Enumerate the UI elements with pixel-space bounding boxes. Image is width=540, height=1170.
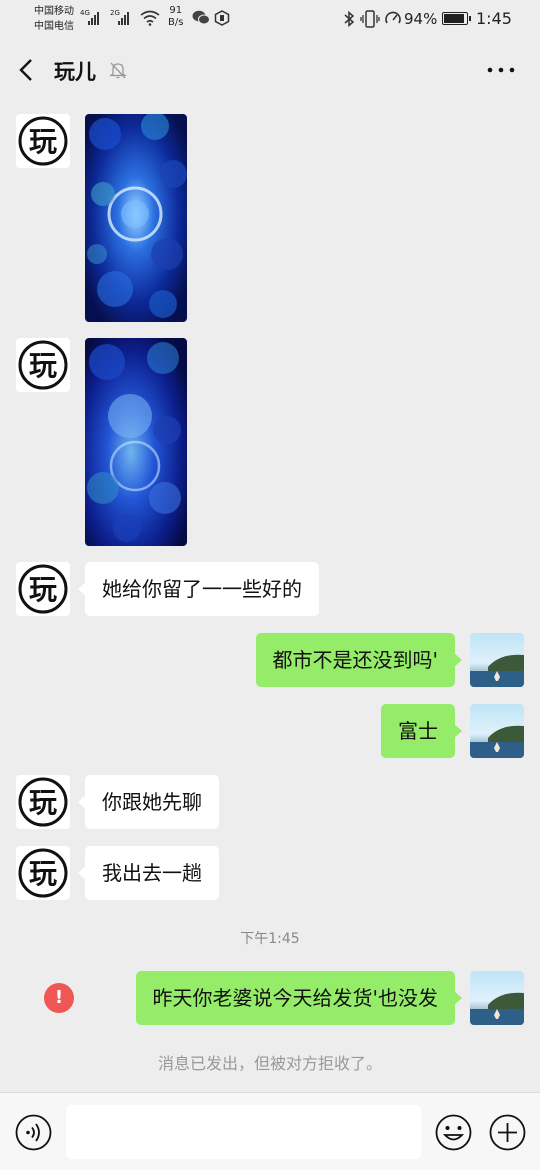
voice-icon[interactable] <box>15 1114 52 1151</box>
plus-icon[interactable] <box>489 1114 526 1151</box>
svg-text:玩: 玩 <box>29 573 57 606</box>
chat-header: 玩儿 <box>0 38 540 102</box>
incoming-message-bubble[interactable]: 她给你留了一一些好的 <box>78 562 319 616</box>
svg-text:玩: 玩 <box>29 349 57 382</box>
contact-avatar[interactable]: 玩 <box>16 338 70 392</box>
chat-title: 玩儿 <box>54 60 96 84</box>
chevron-left-icon[interactable] <box>14 56 42 84</box>
battery-icon <box>442 12 471 25</box>
incoming-message-bubble[interactable]: 你跟她先聊 <box>78 775 219 829</box>
net-speed: 91 B/s <box>168 5 183 29</box>
more-dots-icon[interactable] <box>486 62 516 78</box>
contact-avatar[interactable]: 玩 <box>16 846 70 900</box>
wifi-icon <box>140 10 160 26</box>
carrier-2: 中国电信 <box>34 21 74 32</box>
my-avatar[interactable] <box>470 971 524 1025</box>
message-timestamp: 下午1:45 <box>240 931 300 947</box>
incoming-message-bubble[interactable]: 我出去一趟 <box>78 846 219 900</box>
vibrate-icon <box>360 10 380 28</box>
net-speed-unit: B/s <box>168 17 184 28</box>
signal-sim1-icon: 4G <box>80 9 106 25</box>
app-notification-icon <box>214 10 230 26</box>
outgoing-message-bubble[interactable]: 昨天你老婆说今天给发货'也没发 <box>135 971 462 1025</box>
net-speed-value: 91 <box>169 5 183 16</box>
svg-text:玩: 玩 <box>29 857 57 890</box>
send-failed-icon[interactable]: ! <box>44 983 74 1013</box>
battery-percent: 94% <box>404 10 438 28</box>
wechat-notification-icon <box>192 10 210 25</box>
status-bar: 中国移动 中国电信 4G 2G 91 B/s 94% 1:45 <box>0 0 540 38</box>
message-input[interactable] <box>66 1105 421 1159</box>
message-list[interactable]: 玩 玩 玩 她给你留了一一些好的 都市不是还没到吗' 富士 玩 你跟她先聊 玩 … <box>0 102 540 1092</box>
battery-fill <box>444 14 464 23</box>
signal-sim2-icon: 2G <box>110 9 136 25</box>
image-message-thumbnail[interactable] <box>85 114 187 322</box>
svg-text:玩: 玩 <box>29 125 57 158</box>
my-avatar[interactable] <box>470 633 524 687</box>
contact-avatar[interactable]: 玩 <box>16 562 70 616</box>
carrier-names: 中国移动 中国电信 <box>34 4 74 34</box>
contact-avatar[interactable]: 玩 <box>16 114 70 168</box>
contact-avatar[interactable]: 玩 <box>16 775 70 829</box>
emoji-icon[interactable] <box>435 1114 472 1151</box>
data-saver-icon <box>385 11 401 24</box>
bell-off-icon <box>109 62 127 79</box>
my-avatar[interactable] <box>470 704 524 758</box>
input-bar <box>0 1092 540 1170</box>
message-rejected-notice: 消息已发出，但被对方拒收了。 <box>157 1054 382 1073</box>
outgoing-message-bubble[interactable]: 都市不是还没到吗' <box>255 633 462 687</box>
outgoing-message-bubble[interactable]: 富士 <box>381 704 462 758</box>
carrier-1: 中国移动 <box>34 6 74 17</box>
bluetooth-icon <box>344 10 355 28</box>
image-message-thumbnail[interactable] <box>85 338 187 546</box>
status-time: 1:45 <box>476 9 512 28</box>
svg-text:玩: 玩 <box>29 786 57 819</box>
